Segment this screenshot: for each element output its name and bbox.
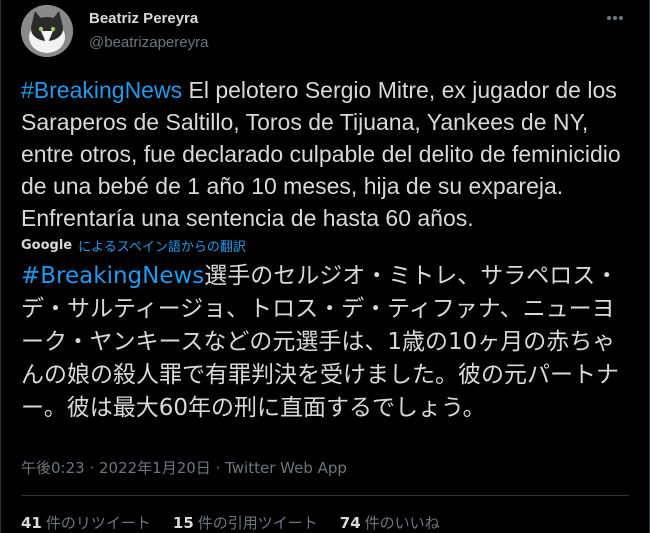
google-logo: Google [21,238,73,253]
tweet-card: Beatriz Pereyra @beatrizapereyra #Breaki… [0,0,650,533]
divider [21,495,629,496]
hashtag-link[interactable]: #BreakingNews [21,77,182,103]
author-name[interactable]: Beatriz Pereyra [89,10,198,27]
quotes-stat[interactable]: 15 件の引用ツイート [173,512,318,533]
translated-text: #BreakingNews選手のセルジオ・ミトレ、サラペロス・デ・サルティージョ… [21,260,631,425]
more-options-icon[interactable] [603,6,627,30]
retweets-stat[interactable]: 41 件のリツイート [21,512,151,533]
translation-label[interactable]: によるスペイン語からの翻訳 [78,236,246,255]
translated-hashtag-link[interactable]: #BreakingNews [21,263,204,289]
tweet-stats: 41 件のリツイート 15 件の引用ツイート 74 件のいいね [21,512,440,533]
author-handle[interactable]: @beatrizapereyra [89,34,208,51]
tweet-text: #BreakingNews El pelotero Sergio Mitre, … [21,74,631,234]
tweet-timestamp[interactable]: 午後0:23 · 2022年1月20日 · Twitter Web App [21,457,347,478]
translation-attribution[interactable]: Google によるスペイン語からの翻訳 [21,236,246,255]
avatar[interactable] [21,5,73,57]
likes-stat[interactable]: 74 件のいいね [340,512,440,533]
avatar-cat-image [21,5,73,57]
